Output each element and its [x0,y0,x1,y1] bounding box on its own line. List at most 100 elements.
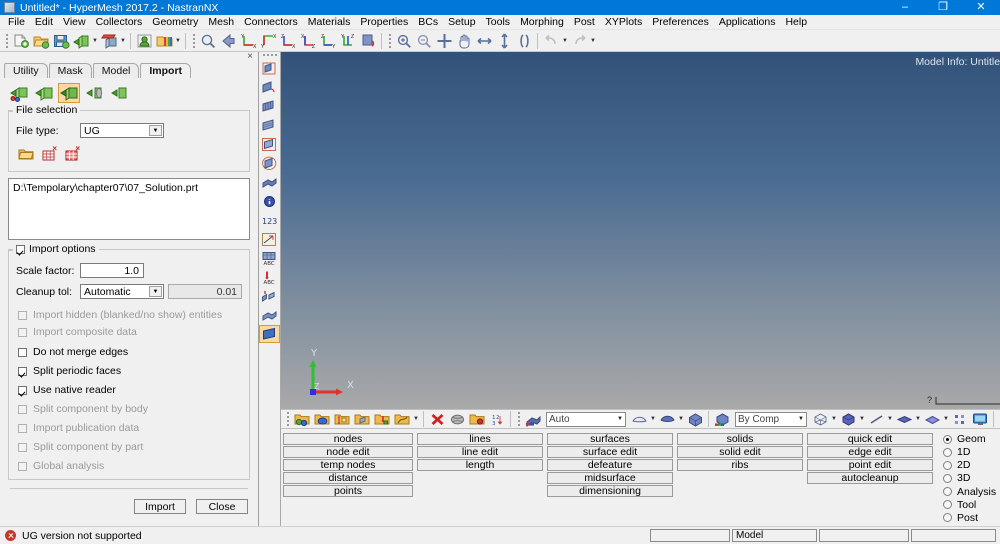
close-button-panel[interactable]: Close [196,499,248,514]
mesh-lines-icon[interactable] [259,154,280,172]
component-colors-icon[interactable] [259,306,280,324]
checkbox-split-component-by-body[interactable]: Split component by body [18,403,242,415]
export-icon[interactable] [99,31,119,51]
line-display-icon[interactable] [866,409,886,429]
arrows-vertical-icon[interactable] [494,31,514,51]
import-connectors-icon[interactable] [83,83,105,103]
panel-button-length[interactable]: length [417,459,543,471]
delete-icon[interactable] [427,409,447,429]
menu-help[interactable]: Help [780,15,812,30]
import-solver-deck-icon[interactable] [58,83,80,103]
transparent-icon[interactable] [259,135,280,153]
hidden-line-icon[interactable] [259,116,280,134]
menu-collectors[interactable]: Collectors [91,15,148,30]
toolbar-grip-3[interactable] [387,32,392,50]
panel-button-lines[interactable]: lines [417,433,543,445]
radio-3d[interactable]: 3D [943,472,996,484]
zoom-in-icon[interactable] [394,31,414,51]
solid-display-icon[interactable] [838,409,858,429]
radio-post[interactable]: Post [943,512,996,524]
minimize-button[interactable]: – [886,0,924,15]
curve-collector-icon[interactable] [392,409,412,429]
panel-button-defeature[interactable]: defeature [547,459,673,471]
panel-button-ribs[interactable]: ribs [677,459,803,471]
open-folder-icon[interactable] [18,147,34,161]
surface-display-dropdown-icon[interactable]: ▼ [914,409,922,429]
clear-table-icon[interactable]: × [41,144,57,161]
maximize-button[interactable]: ❐ [924,0,962,15]
import-button[interactable]: Import [134,499,186,514]
menu-preferences[interactable]: Preferences [647,15,714,30]
zoom-out-icon[interactable] [414,31,434,51]
view-yz-icon[interactable]: Y Z [338,31,358,51]
panel-button-autocleanup[interactable]: autocleanup [807,472,933,484]
user-profile-icon[interactable] [134,31,154,51]
import-dropdown-icon[interactable]: ▼ [91,31,99,51]
checkbox-do-not-merge-edges[interactable]: Do not merge edges [18,346,242,358]
menu-properties[interactable]: Properties [355,15,413,30]
save-model-icon[interactable] [51,31,71,51]
node-labels-icon[interactable] [259,287,280,305]
cleanup-tol-select[interactable]: Automatic ▼ [80,284,164,299]
panel-button-surface-edit[interactable]: surface edit [547,446,673,458]
panel-button-node-edit[interactable]: node edit [283,446,413,458]
undo-dropdown-icon[interactable]: ▼ [561,31,569,51]
material-collector-icon[interactable] [352,409,372,429]
view-xz-icon[interactable]: X Z [298,31,318,51]
label-elements-icon[interactable]: ABC [259,268,280,286]
panel-button-point-edit[interactable]: point edit [807,459,933,471]
rotate-view-icon[interactable] [358,31,378,51]
monitor-icon[interactable] [970,409,990,429]
checkbox-split-component-by-part[interactable]: Split component by part [18,441,242,453]
vtoolbar-grip[interactable] [262,54,277,56]
panel-button-nodes[interactable]: nodes [283,433,413,445]
menu-morphing[interactable]: Morphing [515,15,569,30]
renumber-folder-icon[interactable] [467,409,487,429]
new-model-icon[interactable] [11,31,31,51]
toolbar-grip[interactable] [4,32,9,50]
btoolbar-grip[interactable] [285,410,290,428]
export-dropdown-icon[interactable]: ▼ [119,31,127,51]
panel-button-distance[interactable]: distance [283,472,413,484]
toolbar-grip-2[interactable] [191,32,196,50]
solid-display-dropdown-icon[interactable]: ▼ [858,409,866,429]
shaded-solid-icon[interactable] [922,409,942,429]
move-icon[interactable] [434,31,454,51]
surface-display-icon[interactable] [894,409,914,429]
component-collector-icon[interactable] [292,409,312,429]
element-info-icon[interactable] [259,192,280,210]
undo-icon[interactable] [541,31,561,51]
btoolbar-grip-2[interactable] [516,410,521,428]
auto-mode-select[interactable]: Auto ▼ [546,411,626,427]
fit-view-icon[interactable] [198,31,218,51]
tab-mask[interactable]: Mask [48,63,92,78]
panel-button-solids[interactable]: solids [677,433,803,445]
close-button[interactable]: ✕ [962,0,1000,15]
mask-dropdown-icon[interactable]: ▼ [649,409,657,429]
panel-button-line-edit[interactable]: line edit [417,446,543,458]
open-model-icon[interactable] [31,31,51,51]
shaded-display-icon[interactable] [259,325,280,343]
menu-file[interactable]: File [3,15,30,30]
by-comp-icon[interactable] [712,409,732,429]
bycomp-select[interactable]: By Comp ▼ [735,411,807,427]
mesh-display-dropdown-icon[interactable]: ▼ [830,409,838,429]
numbers-icon[interactable]: 123 [259,211,280,229]
radio-tool[interactable]: Tool [943,499,996,511]
element-type-icon[interactable] [523,409,543,429]
panel-button-quick-edit[interactable]: quick edit [807,433,933,445]
redo-icon[interactable] [569,31,589,51]
panel-button-edge-edit[interactable]: edge edit [807,446,933,458]
assembly-icon[interactable] [312,409,332,429]
shrink-icon[interactable] [657,409,677,429]
menu-tools[interactable]: Tools [481,15,516,30]
panel-button-dimensioning[interactable]: dimensioning [547,485,673,497]
back-view-icon[interactable] [218,31,238,51]
find-icon[interactable] [685,409,705,429]
color-dropdown-icon[interactable]: ▼ [174,31,182,51]
panel-button-temp-nodes[interactable]: temp nodes [283,459,413,471]
import-icon[interactable] [71,31,91,51]
panel-button-solid-edit[interactable]: solid edit [677,446,803,458]
import-model-icon[interactable] [8,83,30,103]
menu-materials[interactable]: Materials [303,15,356,30]
